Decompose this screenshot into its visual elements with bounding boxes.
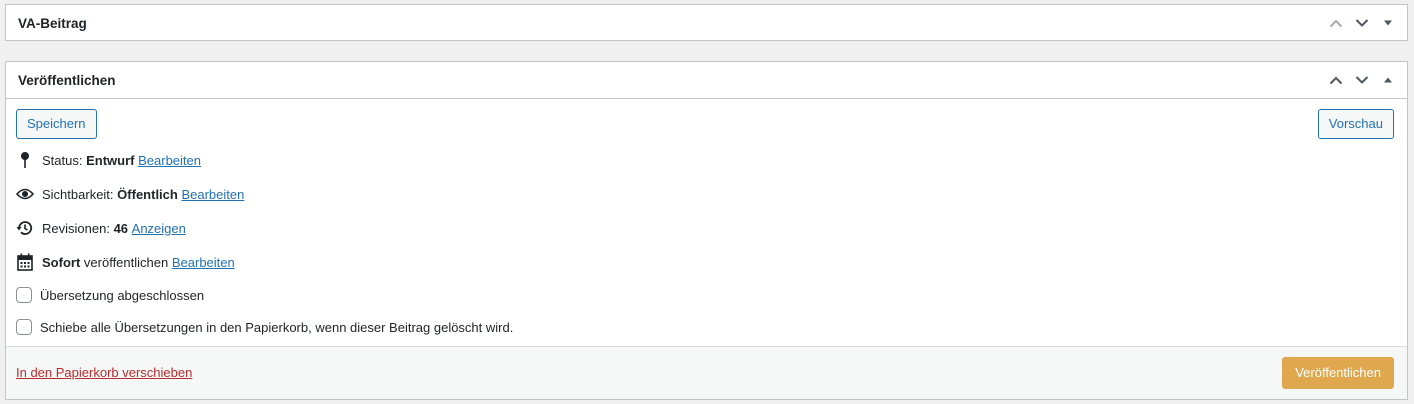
move-down-button[interactable] — [1349, 8, 1375, 38]
status-edit-link[interactable]: Bearbeiten — [138, 153, 201, 168]
eye-icon — [16, 185, 34, 203]
pin-icon — [16, 151, 34, 169]
schedule-label: veröffentlichen — [83, 254, 169, 270]
va-beitrag-header[interactable]: VA-Beitrag — [6, 5, 1407, 41]
schedule-value: Sofort — [42, 254, 81, 270]
move-down-button[interactable] — [1349, 65, 1375, 95]
save-draft-button[interactable]: Speichern — [16, 109, 97, 139]
schedule-row: Sofort veröffentlichen Bearbeiten — [16, 245, 1397, 279]
va-beitrag-handle-actions — [1323, 5, 1407, 41]
chevron-up-icon — [1329, 19, 1343, 28]
history-icon — [16, 219, 34, 237]
revisions-count: 46 — [113, 220, 129, 236]
preview-button[interactable]: Vorschau — [1317, 109, 1394, 139]
translation-complete-label[interactable]: Übersetzung abgeschlossen — [40, 288, 204, 303]
va-beitrag-title: VA-Beitrag — [18, 15, 87, 31]
minor-publishing-actions: Speichern Vorschau — [6, 99, 1407, 143]
chevron-down-icon — [1355, 76, 1369, 84]
chevron-down-icon — [1355, 19, 1369, 27]
toggle-panel-button[interactable] — [1375, 8, 1401, 38]
publish-header[interactable]: Veröffentlichen — [6, 62, 1407, 99]
status-value: Entwurf — [86, 152, 135, 168]
status-row: Status: Entwurf Bearbeiten — [16, 143, 1397, 177]
va-beitrag-box: VA-Beitrag — [5, 4, 1408, 41]
trash-translations-row: Schiebe alle Übersetzungen in den Papier… — [16, 311, 1397, 343]
trash-translations-checkbox[interactable] — [16, 319, 32, 335]
revisions-row: Revisionen: 46 Anzeigen — [16, 211, 1397, 245]
visibility-label: Sichtbarkeit: — [42, 186, 114, 202]
translation-complete-checkbox[interactable] — [16, 287, 32, 303]
revisions-show-link[interactable]: Anzeigen — [132, 221, 186, 236]
publish-handle-actions — [1323, 62, 1407, 98]
publish-box: Veröffentlichen Speichern Vorschau Statu… — [5, 61, 1408, 400]
toggle-panel-button[interactable] — [1375, 65, 1401, 95]
status-label: Status: — [42, 152, 83, 168]
calendar-icon — [16, 253, 34, 271]
triangle-down-icon — [1384, 20, 1392, 26]
trash-translations-label[interactable]: Schiebe alle Übersetzungen in den Papier… — [40, 320, 513, 335]
visibility-row: Sichtbarkeit: Öffentlich Bearbeiten — [16, 177, 1397, 211]
move-to-trash-link[interactable]: In den Papierkorb verschieben — [16, 365, 192, 380]
translation-complete-row: Übersetzung abgeschlossen — [16, 279, 1397, 311]
move-up-button[interactable] — [1323, 65, 1349, 95]
triangle-up-icon — [1384, 77, 1392, 83]
visibility-edit-link[interactable]: Bearbeiten — [181, 187, 244, 202]
major-publishing-actions: In den Papierkorb verschieben Veröffentl… — [6, 346, 1407, 399]
revisions-label: Revisionen: — [42, 220, 110, 236]
publish-button[interactable]: Veröffentlichen — [1282, 357, 1394, 389]
misc-publishing-actions: Status: Entwurf Bearbeiten Sichtbarkeit:… — [6, 143, 1407, 343]
schedule-edit-link[interactable]: Bearbeiten — [172, 255, 235, 270]
move-up-button[interactable] — [1323, 8, 1349, 38]
publish-title: Veröffentlichen — [18, 72, 116, 88]
visibility-value: Öffentlich — [117, 186, 178, 202]
chevron-up-icon — [1329, 76, 1343, 85]
